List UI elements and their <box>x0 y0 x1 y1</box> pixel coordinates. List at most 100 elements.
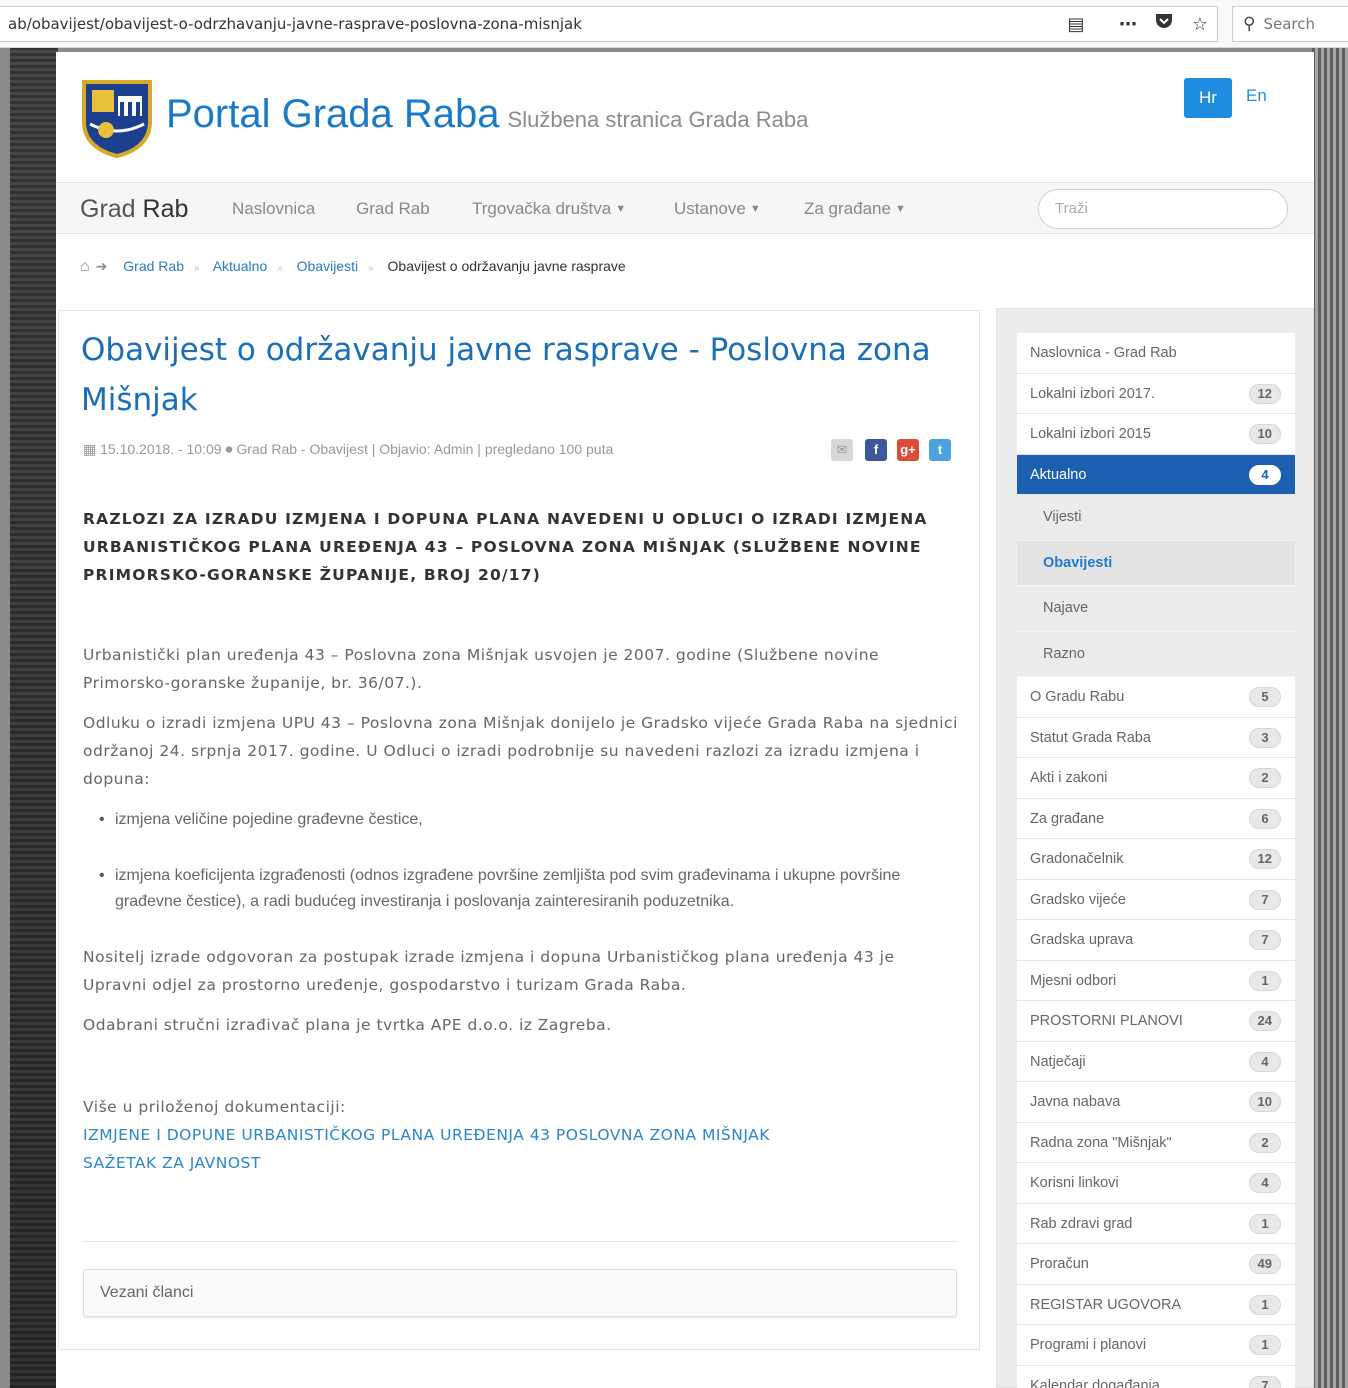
related-articles-panel[interactable]: Vezani članci <box>83 1269 957 1317</box>
email-share-icon[interactable]: ✉ <box>831 439 853 461</box>
count-badge: 10 <box>1248 1092 1281 1112</box>
language-en-link[interactable]: En <box>1246 86 1267 106</box>
sidebar-item[interactable]: O Gradu Rabu 5 <box>1017 677 1295 718</box>
sidebar-item-label: Proračun <box>1030 1256 1089 1272</box>
sidebar-item[interactable]: Naslovnica - Grad Rab <box>1017 333 1295 374</box>
count-badge: 10 <box>1248 424 1281 444</box>
nav-ustanove-label: Ustanove <box>674 199 746 218</box>
sidebar-item-label: Gradska uprava <box>1030 932 1134 948</box>
nav-trgovacka-drustva[interactable]: Trgovačka društva ▼ <box>472 199 626 219</box>
twitter-share-icon[interactable]: t <box>929 439 951 461</box>
sidebar-item[interactable]: Javna nabava 10 <box>1017 1082 1295 1123</box>
main-navbar: Grad Rab Naslovnica Grad Rab Trgovačka d… <box>56 182 1314 234</box>
facebook-share-icon[interactable]: f <box>865 439 887 461</box>
url-bar[interactable]: ab/obavijest/obavijest-o-odrzhavanju-jav… <box>0 6 1218 42</box>
sidebar-item[interactable]: Vijesti <box>1017 495 1295 541</box>
sidebar-item-label: Javna nabava <box>1030 1094 1121 1110</box>
browser-search-input[interactable]: ⚲ Search <box>1232 6 1348 42</box>
more-options-icon[interactable]: ⋯ <box>1116 12 1140 36</box>
home-icon[interactable]: ⌂ <box>80 258 90 275</box>
count-badge: 1 <box>1249 970 1281 991</box>
background-left <box>10 48 58 1388</box>
brand-grad: Grad <box>80 195 143 223</box>
breadcrumb-aktualno[interactable]: Aktualno <box>213 258 267 274</box>
sidebar-item[interactable]: Radna zona "Mišnjak" 2 <box>1017 1122 1295 1163</box>
count-badge: 4 <box>1249 1051 1281 1072</box>
language-hr-button[interactable]: Hr <box>1184 78 1232 118</box>
sidebar-item[interactable]: Gradsko vijeće 7 <box>1017 879 1295 920</box>
pocket-icon[interactable] <box>1152 12 1176 36</box>
sidebar-item[interactable]: Rab zdravi grad 1 <box>1017 1203 1295 1244</box>
sidebar-item[interactable]: Proračun 49 <box>1017 1244 1295 1285</box>
sidebar-item[interactable]: PROSTORNI PLANOVI 24 <box>1017 1001 1295 1042</box>
sidebar-item-label: Naslovnica - Grad Rab <box>1030 345 1177 361</box>
google-plus-share-icon[interactable]: g+ <box>897 439 919 461</box>
count-badge: 12 <box>1248 849 1281 869</box>
sidebar-item[interactable]: Za građane 6 <box>1017 798 1295 839</box>
city-crest-logo[interactable] <box>80 78 154 159</box>
sidebar-item-label: O Gradu Rabu <box>1030 689 1125 705</box>
breadcrumb: ⌂ ➔ Grad Rab » Aktualno » Obavijesti » Obavi… <box>80 258 626 276</box>
documents-label: Više u priloženoj dokumentaciji: <box>83 1098 346 1116</box>
reader-view-icon[interactable]: ▤ <box>1064 12 1088 36</box>
nav-za-gradane[interactable]: Za građane ▼ <box>804 199 906 219</box>
sidebar-item[interactable]: Kalendar događanja 7 <box>1017 1365 1295 1388</box>
sidebar-item-label: Akti i zakoni <box>1030 770 1108 786</box>
sidebar-item-label: Mjesni odbori <box>1030 972 1117 989</box>
sidebar-item[interactable]: REGISTAR UGOVORA 1 <box>1017 1284 1295 1325</box>
sidebar-menu: Naslovnica - Grad Rab Lokalni izbori 2017… <box>1017 333 1295 1388</box>
sidebar-item-label: REGISTAR UGOVORA <box>1030 1296 1182 1313</box>
sidebar-item[interactable]: Razno <box>1017 631 1295 677</box>
article-panel: Obavijest o održavanju javne rasprave - … <box>58 310 980 1350</box>
caret-down-icon: ▼ <box>615 203 627 215</box>
sidebar-item-label: Kalendar događanja <box>1030 1377 1160 1388</box>
nav-trgovacka-label: Trgovačka društva <box>472 199 612 218</box>
breadcrumb-separator: » <box>368 263 374 274</box>
article-paragraph: Odluku o izradi izmjena UPU 43 – Poslovn… <box>83 714 958 788</box>
count-badge: 1 <box>1249 1213 1281 1234</box>
page-container: Portal Grada Raba Službena stranica Grada… <box>56 52 1314 1388</box>
sidebar-item-label: Programi i planovi <box>1030 1337 1147 1353</box>
nav-ustanove[interactable]: Ustanove ▼ <box>674 199 761 219</box>
count-badge: 1 <box>1249 1335 1281 1355</box>
site-subtitle: Službena stranica Grada Raba <box>507 107 809 132</box>
nav-za-gradane-label: Za građane <box>804 199 891 218</box>
sidebar-item[interactable]: Gradska uprava 7 <box>1017 920 1295 961</box>
bookmark-star-icon[interactable]: ☆ <box>1188 12 1212 36</box>
sidebar-item[interactable]: Natječaji 4 <box>1017 1041 1295 1082</box>
site-title[interactable]: Portal Grada Raba Službena stranica Grada… <box>166 92 808 137</box>
document-link-sazetak[interactable]: SAŽETAK ZA JAVNOST <box>83 1149 963 1177</box>
sidebar-item-label: Za građane <box>1030 810 1105 827</box>
sidebar-item[interactable]: Aktualno 4 <box>1017 454 1295 495</box>
sidebar-item-label: Razno <box>1043 645 1085 662</box>
sidebar-item[interactable]: Obavijesti <box>1017 540 1295 586</box>
navbar-brand[interactable]: Grad Rab <box>80 195 188 224</box>
article-paragraph: Nositelj izrade odgovoran za postupak iz… <box>83 948 895 994</box>
calendar-icon: ▦ <box>83 441 101 457</box>
sidebar-item-label: PROSTORNI PLANOVI <box>1030 1013 1183 1029</box>
sidebar-item[interactable]: Akti i zakoni 2 <box>1017 758 1295 799</box>
nav-naslovnica[interactable]: Naslovnica <box>232 199 315 219</box>
site-title-text: Portal Grada Raba <box>166 92 500 136</box>
sidebar-item[interactable]: Lokalni izbori 2015 10 <box>1017 414 1295 455</box>
nav-grad-rab[interactable]: Grad Rab <box>356 199 430 219</box>
document-link-izmjene[interactable]: IZMJENE I DOPUNE URBANISTIČKOG PLANA URE… <box>83 1121 963 1149</box>
sidebar-item-label: Radna zona "Mišnjak" <box>1030 1134 1172 1151</box>
sidebar-item-label: Obavijesti <box>1043 554 1113 571</box>
sidebar-item[interactable]: Statut Grada Raba 3 <box>1017 717 1295 758</box>
breadcrumb-current: Obavijest o održavanju javne rasprave <box>387 258 626 274</box>
sidebar-item[interactable]: Lokalni izbori 2017. 12 <box>1017 373 1295 414</box>
sidebar-item-label: Lokalni izbori 2017. <box>1030 385 1155 402</box>
arrow-right-icon: ➔ <box>95 258 108 274</box>
article-meta-text: 15.10.2018. - 10:09 ⏺ Grad Rab - Obavije… <box>100 441 614 457</box>
count-badge: 3 <box>1249 727 1281 748</box>
site-search-input[interactable]: Traži <box>1038 189 1288 229</box>
breadcrumb-grad-rab[interactable]: Grad Rab <box>123 258 184 274</box>
sidebar-item[interactable]: Programi i planovi 1 <box>1017 1325 1295 1366</box>
sidebar-item[interactable]: Mjesni odbori 1 <box>1017 960 1295 1001</box>
sidebar-item[interactable]: Korisni linkovi 4 <box>1017 1163 1295 1204</box>
sidebar-item[interactable]: Gradonačelnik 12 <box>1017 839 1295 880</box>
breadcrumb-obavijesti[interactable]: Obavijesti <box>297 258 358 274</box>
sidebar-item[interactable]: Najave <box>1017 586 1295 632</box>
search-icon: ⚲ <box>1243 14 1256 34</box>
